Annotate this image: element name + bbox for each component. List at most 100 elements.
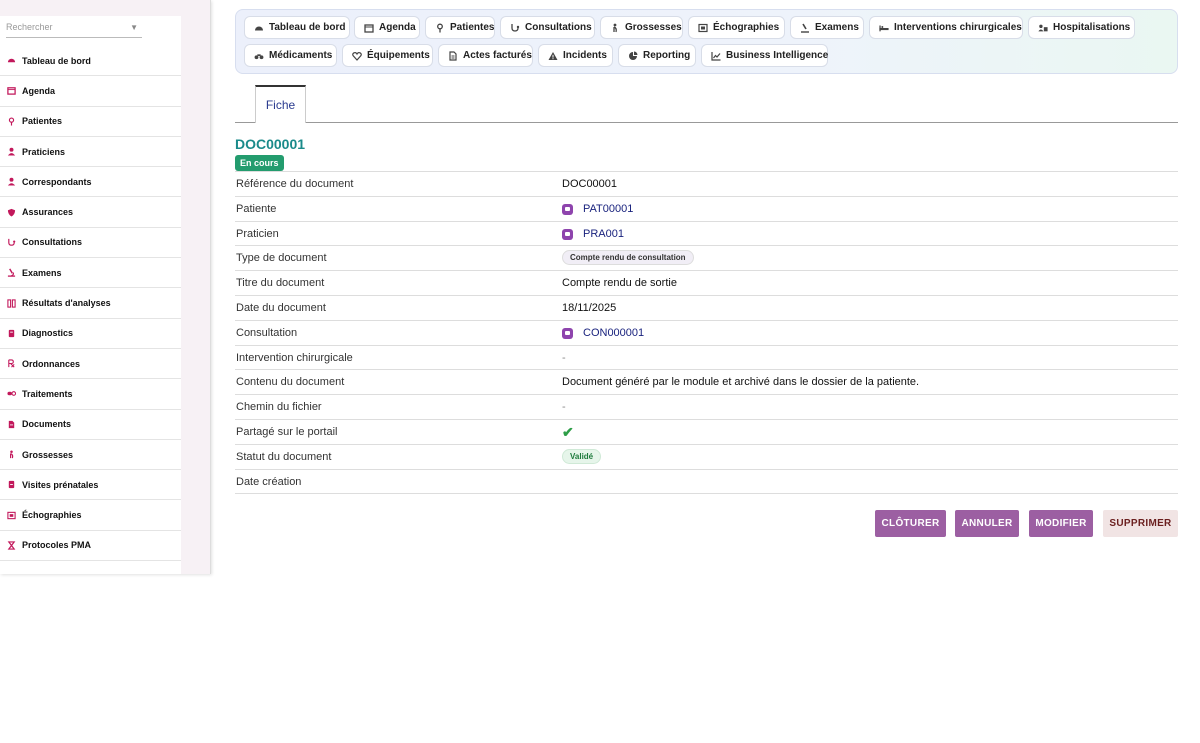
field-row-partage: Partagé sur le portail ✔ xyxy=(235,420,1178,445)
sidebar-item-consultations[interactable]: Consultations xyxy=(0,228,181,259)
sidebar-item-correspondants[interactable]: Correspondants xyxy=(0,167,181,198)
nav-label: Business Intelligence xyxy=(726,50,829,61)
sidebar-item-label: Protocoles PMA xyxy=(22,540,92,551)
microscope-icon xyxy=(800,23,810,33)
nav-medicaments[interactable]: Médicaments xyxy=(244,44,337,67)
sidebar-item-ordonnances[interactable]: Ordonnances xyxy=(0,349,181,380)
consultation-link[interactable]: CON000001 xyxy=(583,327,644,339)
sidebar: Rechercher ▼ Tableau de bord Agenda Pati… xyxy=(0,16,181,574)
calendar-icon xyxy=(6,86,16,96)
field-row-chemin: Chemin du fichier - xyxy=(235,395,1178,420)
nav-tableau-de-bord[interactable]: Tableau de bord xyxy=(244,16,350,39)
shield-icon xyxy=(6,207,16,217)
field-row-contenu: Contenu du document Document généré par … xyxy=(235,370,1178,396)
record-link-icon[interactable] xyxy=(562,203,573,215)
field-label: Référence du document xyxy=(236,178,354,190)
sidebar-item-label: Examens xyxy=(22,267,62,278)
tab-fiche[interactable]: Fiche xyxy=(255,85,306,123)
nav-label: Incidents xyxy=(563,50,607,61)
sidebar-item-protocoles-pma[interactable]: Protocoles PMA xyxy=(0,531,181,562)
field-row-creation: Date création xyxy=(235,470,1178,495)
sidebar-item-label: Échographies xyxy=(22,510,82,521)
field-row-date: Date du document 18/11/2025 xyxy=(235,296,1178,321)
nav-agenda[interactable]: Agenda xyxy=(354,16,420,39)
sidebar-item-assurances[interactable]: Assurances xyxy=(0,197,181,228)
binoculars-icon xyxy=(254,51,264,61)
sidebar-item-label: Documents xyxy=(22,419,72,430)
record-link-icon[interactable] xyxy=(562,228,573,240)
nav-echographies[interactable]: Échographies xyxy=(688,16,785,39)
record-link-icon[interactable] xyxy=(562,327,573,339)
nav-patientes[interactable]: Patientes xyxy=(425,16,495,39)
line-chart-icon xyxy=(711,51,721,61)
sidebar-item-label: Résultats d'analyses xyxy=(22,298,111,309)
nav-consultations[interactable]: Consultations xyxy=(500,16,595,39)
field-label: Statut du document xyxy=(236,450,332,463)
sidebar-item-label: Tableau de bord xyxy=(22,55,91,66)
stethoscope-icon xyxy=(510,23,520,33)
sidebar-item-label: Assurances xyxy=(22,207,74,218)
search-input[interactable]: Rechercher ▼ xyxy=(6,19,142,38)
sidebar-panel: Rechercher ▼ Tableau de bord Agenda Pati… xyxy=(0,0,211,574)
field-label: Contenu du document xyxy=(236,376,345,389)
praticien-link[interactable]: PRA001 xyxy=(583,228,624,240)
sidebar-item-patientes[interactable]: Patientes xyxy=(0,107,181,137)
annuler-button[interactable]: ANNULER xyxy=(955,510,1019,537)
ultrasound-icon xyxy=(6,510,16,520)
female-icon xyxy=(6,116,16,126)
diagnostics-icon xyxy=(6,328,16,338)
sidebar-item-examens[interactable]: Examens xyxy=(0,258,181,289)
sidebar-item-praticiens[interactable]: Praticiens xyxy=(0,137,181,168)
sidebar-item-traitements[interactable]: Traitements xyxy=(0,379,181,410)
nav-reporting[interactable]: Reporting xyxy=(618,44,696,67)
field-label: Date création xyxy=(236,475,302,488)
nav-examens[interactable]: Examens xyxy=(790,16,864,39)
sidebar-item-echographies[interactable]: Échographies xyxy=(0,500,181,531)
statut-chip: Validé xyxy=(562,448,602,464)
field-row-reference: Référence du document DOC00001 xyxy=(235,172,1178,197)
pregnancy-icon xyxy=(6,450,16,460)
chevron-down-icon[interactable]: ▼ xyxy=(130,19,138,36)
nav-business-intelligence[interactable]: Business Intelligence xyxy=(701,44,828,67)
microscope-icon xyxy=(6,268,16,278)
type-chip: Compte rendu de consultation xyxy=(562,250,694,266)
heart-icon xyxy=(352,51,362,61)
pregnancy-icon xyxy=(610,23,620,33)
supprimer-button[interactable]: SUPPRIMER xyxy=(1103,510,1178,537)
nav-label: Examens xyxy=(815,22,859,33)
stethoscope-icon xyxy=(6,237,16,247)
field-label: Titre du document xyxy=(236,277,325,290)
nav-incidents[interactable]: Incidents xyxy=(538,44,613,67)
female-icon xyxy=(435,23,445,33)
sidebar-item-grossesses[interactable]: Grossesses xyxy=(0,440,181,471)
sidebar-item-documents[interactable]: Documents xyxy=(0,410,181,440)
nav-actes-factures[interactable]: Actes facturés xyxy=(438,44,533,67)
patiente-link[interactable]: PAT00001 xyxy=(583,203,633,215)
dashboard-icon xyxy=(254,23,264,33)
sidebar-item-resultats-analyses[interactable]: Résultats d'analyses xyxy=(0,288,181,319)
field-label: Praticien xyxy=(236,227,279,240)
nav-grossesses[interactable]: Grossesses xyxy=(600,16,683,39)
nav-equipements[interactable]: Équipements xyxy=(342,44,433,67)
check-icon: ✔ xyxy=(562,423,574,440)
field-label: Partagé sur le portail xyxy=(236,425,338,438)
field-row-consultation: Consultation CON000001 xyxy=(235,321,1178,346)
field-value: Document généré par le module et archivé… xyxy=(562,376,920,389)
modifier-button[interactable]: MODIFIER xyxy=(1029,510,1093,537)
nav-interventions-chirurgicales[interactable]: Interventions chirurgicales xyxy=(869,16,1023,39)
sidebar-item-diagnostics[interactable]: Diagnostics xyxy=(0,319,181,349)
search-placeholder: Rechercher xyxy=(6,22,53,32)
dashboard-icon xyxy=(6,56,16,66)
nav-label: Médicaments xyxy=(269,50,333,61)
field-row-intervention: Intervention chirurgicale - xyxy=(235,346,1178,371)
sidebar-item-agenda[interactable]: Agenda xyxy=(0,76,181,107)
sidebar-item-visites-prenatales[interactable]: Visites prénatales xyxy=(0,470,181,501)
field-label: Intervention chirurgicale xyxy=(236,351,353,364)
sidebar-item-label: Agenda xyxy=(22,85,56,96)
sidebar-item-tableau-de-bord[interactable]: Tableau de bord xyxy=(0,46,181,77)
field-label: Type de document xyxy=(236,252,327,265)
cloturer-button[interactable]: CLÔTURER xyxy=(875,510,946,537)
hourglass-icon xyxy=(6,540,16,550)
nav-hospitalisations[interactable]: Hospitalisations xyxy=(1028,16,1135,39)
prescription-icon xyxy=(6,359,16,369)
